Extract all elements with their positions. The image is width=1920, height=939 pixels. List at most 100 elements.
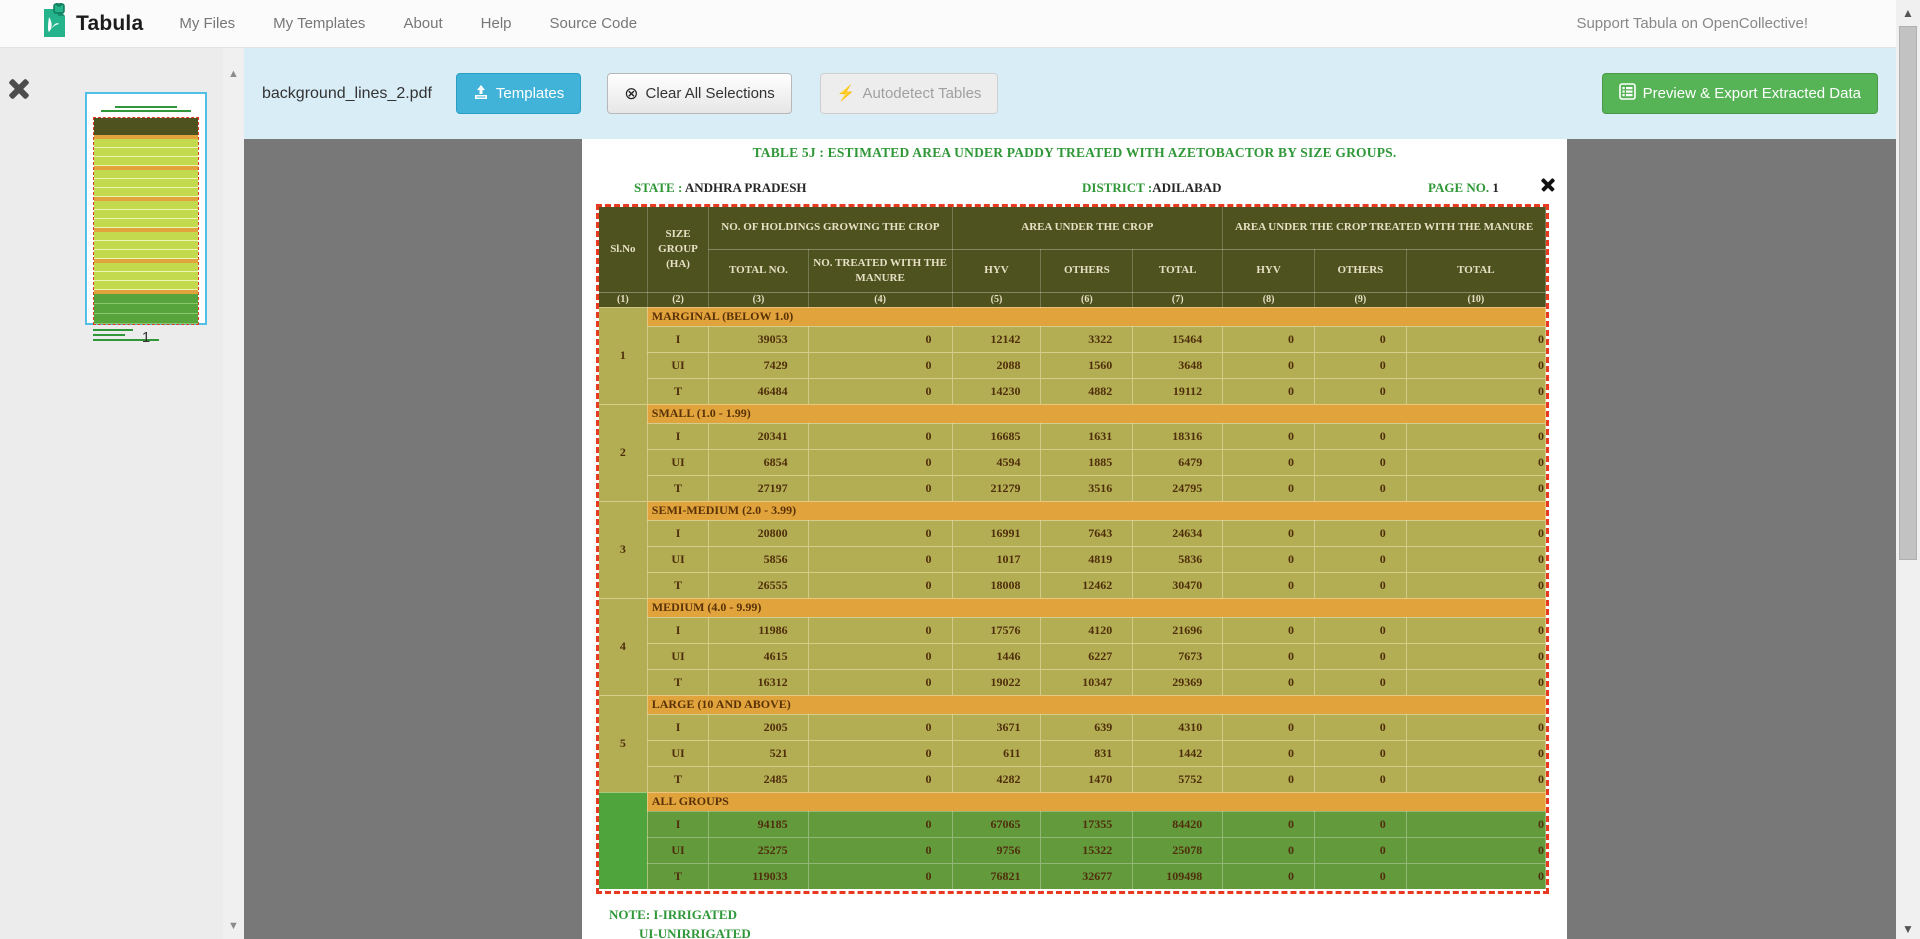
- thumbnail-stripe: [94, 250, 198, 259]
- table-cell: 2485: [709, 766, 808, 792]
- remove-file-button[interactable]: [8, 78, 30, 100]
- group-header-cell: SMALL (1.0 - 1.99): [647, 404, 1545, 423]
- col-numbers-row: (1)(2)(3)(4)(5)(6)(7)(8)(9)(10): [599, 292, 1546, 307]
- group-header-cell: SEMI-MEDIUM (2.0 - 3.99): [647, 501, 1545, 520]
- thumbnail-stripe: [94, 232, 198, 241]
- table-cell: T: [647, 863, 709, 889]
- table-cell: 0: [1406, 520, 1545, 546]
- tabula-logo-icon: [38, 3, 68, 44]
- thumbnail-stripe: [94, 281, 198, 290]
- selection-box[interactable]: Sl.No SIZE GROUP (HA) NO. OF HOLDINGS GR…: [596, 204, 1549, 894]
- pdf-table-body: 1MARGINAL (BELOW 1.0)I390530121423322154…: [599, 307, 1546, 889]
- table-cell: 0: [1406, 766, 1545, 792]
- pageno-value: 1: [1492, 180, 1499, 195]
- table-cell: 16312: [709, 669, 808, 695]
- sidebar-scrollbar[interactable]: ▲ ▼: [223, 48, 244, 939]
- table-cell: 0: [1223, 352, 1315, 378]
- table-cell: 119033: [709, 863, 808, 889]
- col-number-cell: (2): [647, 292, 709, 307]
- table-cell: 32677: [1041, 863, 1133, 889]
- table-cell: 0: [1314, 811, 1406, 837]
- table-cell: 30470: [1133, 572, 1223, 598]
- brand-home-link[interactable]: Tabula: [38, 3, 143, 44]
- remove-selection-button[interactable]: [1540, 177, 1556, 193]
- col-number-cell: (10): [1406, 292, 1545, 307]
- thumbnail-stripe: [94, 148, 198, 157]
- table-cell: T: [647, 572, 709, 598]
- nav-about[interactable]: About: [403, 15, 442, 32]
- table-cell: 19112: [1133, 378, 1223, 404]
- table-row: T163120190221034729369000: [599, 669, 1546, 695]
- main-scrollbar[interactable]: ▲ ▼: [1896, 0, 1920, 939]
- table-row: UI74290208815603648000: [599, 352, 1546, 378]
- table-cell: 0: [1314, 714, 1406, 740]
- table-cell: 12462: [1041, 572, 1133, 598]
- table-cell: 0: [1314, 423, 1406, 449]
- col-header-holdings: NO. OF HOLDINGS GROWING THE CROP: [709, 207, 952, 249]
- nav-my-templates[interactable]: My Templates: [273, 15, 365, 32]
- table-cell: I: [647, 617, 709, 643]
- slno-cell: 4: [599, 598, 647, 695]
- table-row: UI25275097561532225078000: [599, 837, 1546, 863]
- table-cell: 0: [1406, 378, 1545, 404]
- table-cell: 9756: [952, 837, 1041, 863]
- nav-source-code[interactable]: Source Code: [550, 15, 638, 32]
- table-cell: 0: [1406, 475, 1545, 501]
- thumb-subtitle-line: [101, 110, 190, 112]
- table-row: I20341016685163118316000: [599, 423, 1546, 449]
- nav-help[interactable]: Help: [481, 15, 512, 32]
- table-cell: 4819: [1041, 546, 1133, 572]
- table-cell: 0: [1223, 714, 1315, 740]
- table-row: T46484014230488219112000: [599, 378, 1546, 404]
- table-cell: 27197: [709, 475, 808, 501]
- table-cell: 2088: [952, 352, 1041, 378]
- table-cell: 26555: [709, 572, 808, 598]
- table-cell: T: [647, 475, 709, 501]
- table-cell: 6479: [1133, 449, 1223, 475]
- table-cell: 4882: [1041, 378, 1133, 404]
- table-row: I20800016991764324634000: [599, 520, 1546, 546]
- templates-button[interactable]: Templates: [456, 73, 581, 114]
- templates-upload-icon: [473, 84, 489, 104]
- thumbnail-stripe: [94, 263, 198, 272]
- clear-all-selections-button[interactable]: ⊗ Clear All Selections: [607, 73, 791, 114]
- nav-my-files[interactable]: My Files: [179, 15, 235, 32]
- pdf-note-line-2: UI-UNIRRIGATED: [639, 926, 751, 939]
- table-cell: 11986: [709, 617, 808, 643]
- support-link[interactable]: Support Tabula on OpenCollective!: [1576, 15, 1808, 32]
- scroll-up-icon[interactable]: ▲: [1896, 6, 1920, 20]
- table-cell: 0: [1314, 643, 1406, 669]
- preview-export-button[interactable]: Preview & Export Extracted Data: [1602, 73, 1878, 114]
- table-cell: 0: [1406, 449, 1545, 475]
- district-label: DISTRICT :: [1082, 180, 1152, 195]
- table-cell: 84420: [1133, 811, 1223, 837]
- scrollbar-thumb[interactable]: [1899, 26, 1917, 560]
- table-cell: 0: [808, 449, 952, 475]
- col-header-total2: TOTAL: [1406, 249, 1545, 292]
- page-1-thumbnail[interactable]: [85, 92, 207, 325]
- table-cell: 46484: [709, 378, 808, 404]
- table-cell: UI: [647, 837, 709, 863]
- sidebar-scroll-down-icon[interactable]: ▼: [223, 920, 244, 932]
- table-cell: 0: [1223, 449, 1315, 475]
- sidebar-scroll-up-icon[interactable]: ▲: [223, 68, 244, 80]
- slno-cell: 1: [599, 307, 647, 404]
- table-cell: 1631: [1041, 423, 1133, 449]
- table-cell: 0: [1314, 378, 1406, 404]
- table-cell: 0: [1314, 837, 1406, 863]
- table-cell: 3671: [952, 714, 1041, 740]
- table-cell: 15322: [1041, 837, 1133, 863]
- table-cell: T: [647, 378, 709, 404]
- autodetect-tables-button[interactable]: ⚡ Autodetect Tables: [820, 73, 999, 114]
- table-cell: 6854: [709, 449, 808, 475]
- table-cell: 0: [1406, 669, 1545, 695]
- pdf-page-1[interactable]: TABLE 5J : ESTIMATED AREA UNDER PADDY TR…: [582, 139, 1567, 939]
- table-cell: 1017: [952, 546, 1041, 572]
- table-cell: 0: [1406, 326, 1545, 352]
- table-cell: 0: [1223, 669, 1315, 695]
- table-cell: 0: [1223, 520, 1315, 546]
- scroll-down-icon[interactable]: ▼: [1896, 922, 1920, 936]
- table-cell: 0: [808, 572, 952, 598]
- table-cell: I: [647, 326, 709, 352]
- table-cell: 29369: [1133, 669, 1223, 695]
